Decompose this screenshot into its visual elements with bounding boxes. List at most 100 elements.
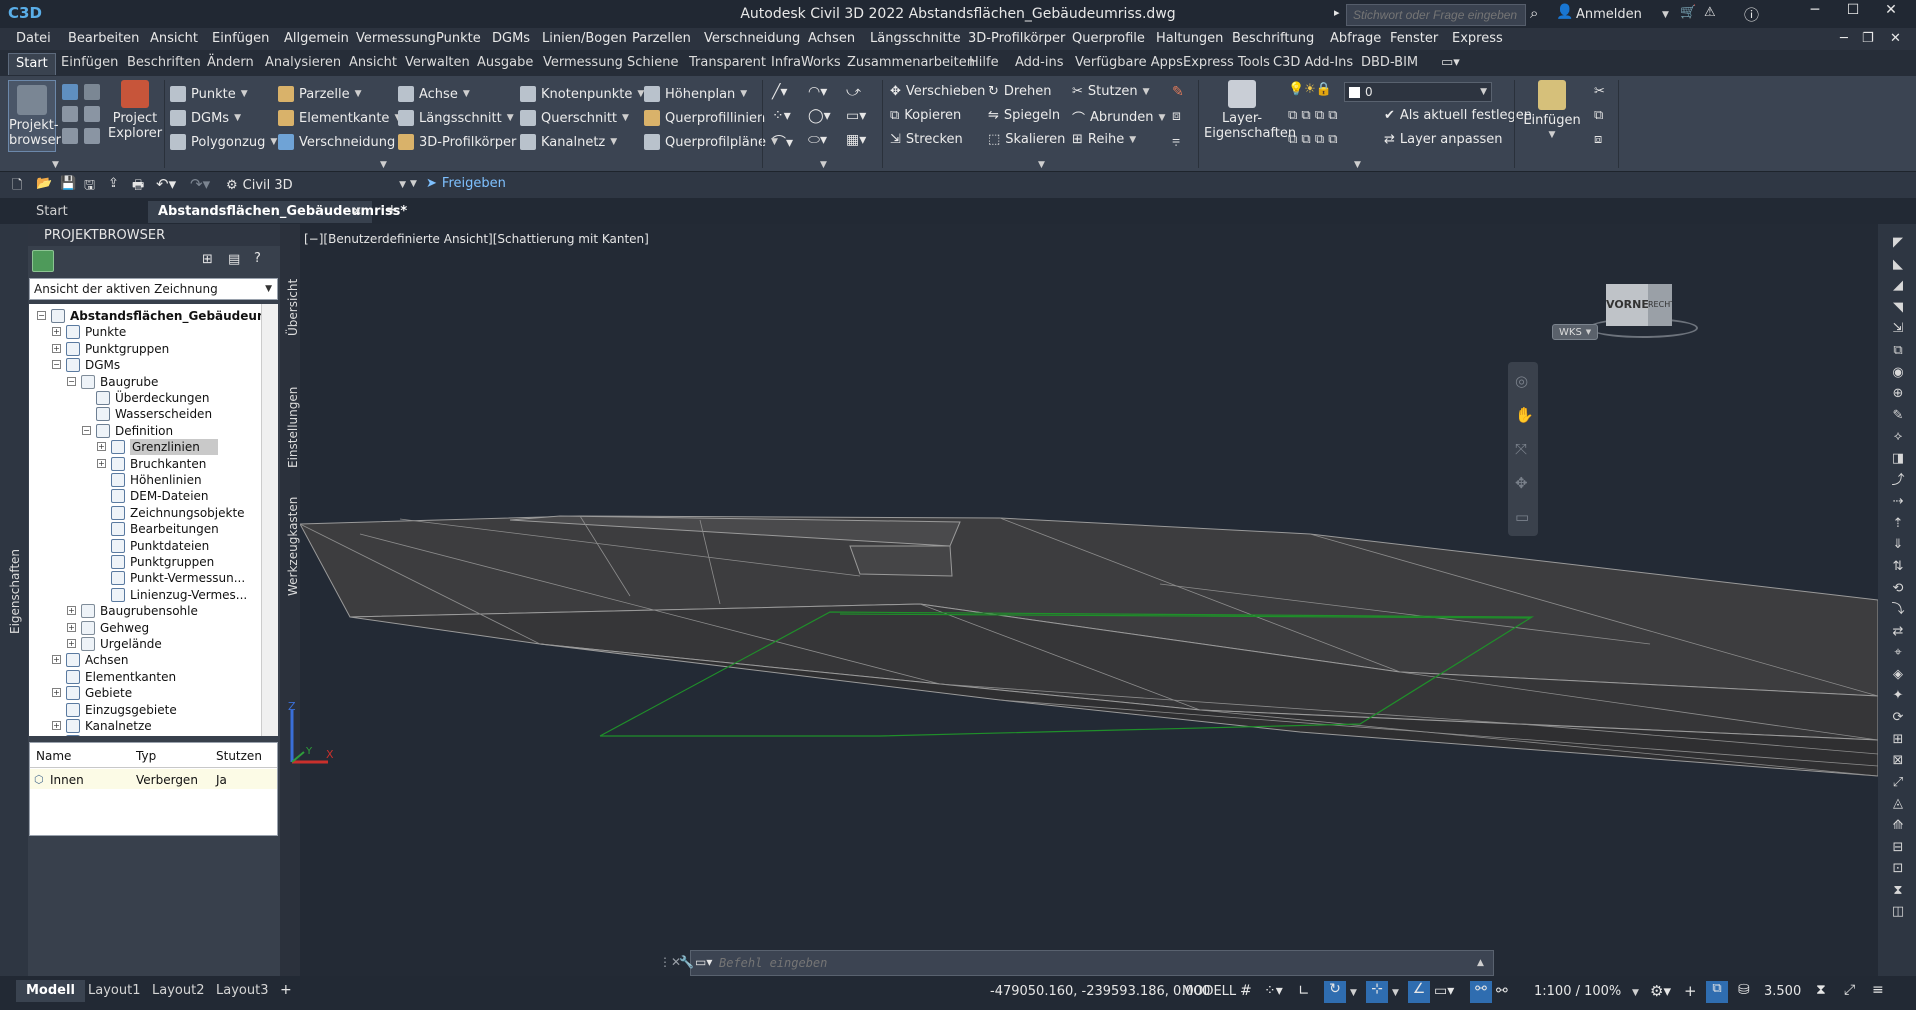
rectangle-icon[interactable]: ▭▾ <box>846 108 866 124</box>
menu-achsen[interactable]: Achsen <box>808 31 855 46</box>
projekt-browser-button[interactable]: Projekt- browser <box>8 80 61 152</box>
tree-expander[interactable]: − <box>67 376 76 386</box>
menu-punkte[interactable]: Punkte <box>436 31 481 46</box>
maximize-button[interactable]: ☐ <box>1838 2 1868 26</box>
tab-schiene[interactable]: Schiene <box>620 53 686 75</box>
project-explorer-button[interactable]: Project Explorer <box>108 80 162 141</box>
menu-express[interactable]: Express <box>1452 31 1503 46</box>
signin-button[interactable]: Anmelden <box>1576 7 1642 22</box>
menu-beschriftung[interactable]: Beschriftung <box>1232 31 1314 46</box>
share-button[interactable]: ➤ Freigeben <box>426 176 506 191</box>
tree-expander[interactable]: + <box>97 442 106 452</box>
cart-icon[interactable]: 🛒 <box>1680 5 1696 20</box>
cloud-icon[interactable]: ⇪ <box>108 176 119 191</box>
command-input[interactable] <box>719 954 1459 972</box>
wcs-menu[interactable]: WKS ▼ <box>1552 324 1598 340</box>
cmd-grip-icon[interactable]: ⋮✕ <box>659 955 681 969</box>
ribbon-options-icon[interactable]: ▭▾ <box>1434 53 1467 75</box>
tree-expander[interactable]: + <box>52 655 61 665</box>
abrunden-button[interactable]: ⌒ Abrunden ▼ <box>1072 108 1165 127</box>
draw-expand-icon[interactable]: ▼ <box>820 160 827 170</box>
table-icon[interactable] <box>84 128 100 144</box>
workspace-dropdown[interactable]: ⚙ Civil 3D ▼ <box>226 175 406 195</box>
save-as-icon[interactable]: 🖫 <box>84 176 95 198</box>
showmotion-icon[interactable]: ▭ <box>1515 508 1529 526</box>
tree-expander[interactable]: − <box>82 425 91 435</box>
tab-einfuegen[interactable]: Einfügen <box>54 53 125 75</box>
help-icon[interactable]: ⓘ <box>1744 4 1759 25</box>
3d-profilkoerper-button[interactable]: 3D-Profilkörper▼ <box>398 134 528 150</box>
points-draw-icon[interactable]: ⁘▾ <box>772 108 791 124</box>
kanalnetz-button[interactable]: Kanalnetz ▼ <box>520 134 617 150</box>
cut-icon[interactable]: ✂ <box>1594 84 1605 99</box>
layer-tools-icons-2[interactable]: ⧉ ⧉ ⧉ ⧉ <box>1288 132 1338 147</box>
skalieren-button[interactable]: ⬚ Skalieren <box>988 132 1065 147</box>
layer-anpassen-button[interactable]: ⇄ Layer anpassen <box>1384 132 1503 147</box>
undo-icon[interactable]: ↶▾ <box>156 175 176 193</box>
tab-dbd-bim[interactable]: DBD-BIM <box>1354 53 1425 75</box>
modify-expand-icon[interactable]: ▼ <box>1038 160 1045 170</box>
search-icon[interactable]: ⌕ <box>1530 4 1538 22</box>
viewcube[interactable]: VORNE RECHTS <box>1588 284 1698 344</box>
isodraft-icon[interactable]: ∠ <box>1408 981 1430 1003</box>
tab-einstellungen[interactable]: Einstellungen <box>286 387 300 468</box>
view-select[interactable]: Ansicht der aktiven Zeichnung ▼ <box>29 278 278 300</box>
circle-icon[interactable]: ◯▾ <box>808 108 831 124</box>
doc-tab-start[interactable]: Start <box>26 201 78 223</box>
als-aktuell-festlegen-button[interactable]: ✔ Als aktuell festlegen <box>1384 108 1532 123</box>
kopieren-button[interactable]: ⧉ Kopieren <box>890 108 961 123</box>
drehen-button[interactable]: ↻ Drehen <box>988 84 1051 99</box>
tab-ansicht[interactable]: Ansicht <box>342 53 404 75</box>
data-icon[interactable] <box>84 106 100 122</box>
doc-tab-close-icon[interactable]: ✕ <box>352 204 362 218</box>
properties-strip[interactable]: Eigenschaften <box>0 224 28 976</box>
layers-expand-icon[interactable]: ▼ <box>1354 160 1361 170</box>
hatch-icon[interactable]: ▦▾ <box>846 132 866 148</box>
steering-wheel-icon[interactable]: ◎ <box>1515 372 1528 390</box>
querprofillinien-button[interactable]: Querprofillinien <box>644 110 765 126</box>
doc-close-button[interactable]: ✕ <box>1890 31 1901 46</box>
model-viewport[interactable]: [−][Benutzerdefinierte Ansicht][Schattie… <box>288 224 1878 976</box>
tree-expander[interactable]: + <box>52 327 61 337</box>
tab-start[interactable]: Start <box>8 53 56 75</box>
elementkante-button[interactable]: Elementkante▼ <box>278 110 401 126</box>
zoom-icon[interactable]: ⤧ <box>1515 440 1527 458</box>
surface-layers-icon[interactable]: ⛁ <box>1738 982 1750 998</box>
plus-icon[interactable]: + <box>1684 982 1697 1000</box>
polyline-icon[interactable]: ⤻ <box>846 84 861 100</box>
tree-node[interactable]: Druckleitungsnetze <box>66 732 202 736</box>
pan-icon[interactable]: ✋ <box>1515 406 1534 424</box>
doc-tab-drawing[interactable]: Abstandsflächen_Gebäudeumriss* <box>148 201 407 223</box>
customize-status-icon[interactable]: ≡ <box>1872 982 1884 998</box>
verschneidung-button[interactable]: Verschneidung▼ <box>278 134 407 150</box>
offset-icon[interactable]: ⩦ <box>1172 132 1180 148</box>
tab-verfuegbare-apps[interactable]: Verfügbare Apps <box>1068 53 1190 75</box>
menu-parzellen[interactable]: Parzellen <box>632 31 691 46</box>
network-icon[interactable]: ⚠ <box>1704 5 1716 20</box>
menu-datei[interactable]: Datei <box>16 31 51 46</box>
annotation-visibility-icon[interactable]: ⚯ <box>1470 981 1492 1003</box>
tab-infraworks[interactable]: InfraWorks <box>764 53 848 75</box>
menu-haltungen[interactable]: Haltungen <box>1156 31 1223 46</box>
layer-eigenschaften-button[interactable]: Layer- Eigenschaften <box>1204 80 1296 141</box>
layer-dropdown[interactable]: 0 ▼ <box>1344 82 1492 102</box>
tree-expander[interactable]: + <box>52 688 61 698</box>
menu-querprofile[interactable]: Querprofile <box>1072 31 1145 46</box>
doc-minimize-button[interactable]: ─ <box>1840 31 1848 46</box>
signin-dropdown-icon[interactable]: ▼ <box>1662 10 1669 20</box>
list-icon[interactable] <box>62 128 78 144</box>
menu-verschneidung[interactable]: Verschneidung <box>704 31 800 46</box>
tab-werkzeugkasten[interactable]: Werkzeugkasten <box>286 497 300 596</box>
search-arrow-icon[interactable]: ▸ <box>1334 6 1340 19</box>
close-button[interactable]: ✕ <box>1876 2 1906 26</box>
tab-beschriften[interactable]: Beschriften <box>120 53 208 75</box>
osnap-dropdown-icon[interactable]: ▼ <box>1392 988 1399 998</box>
menu-bearbeiten[interactable]: Bearbeiten <box>68 31 139 46</box>
menu-3d-profilkoerper[interactable]: 3D-Profilkörper <box>968 31 1065 46</box>
grid-header-name[interactable]: Name <box>36 749 71 763</box>
tree-expander[interactable]: + <box>67 606 76 616</box>
settings-icon[interactable] <box>84 84 100 100</box>
stutzen-button[interactable]: ✂ Stutzen ▼ <box>1072 84 1150 99</box>
tree-expander[interactable]: + <box>67 622 76 632</box>
redo-icon[interactable]: ↷▾ <box>190 175 210 193</box>
